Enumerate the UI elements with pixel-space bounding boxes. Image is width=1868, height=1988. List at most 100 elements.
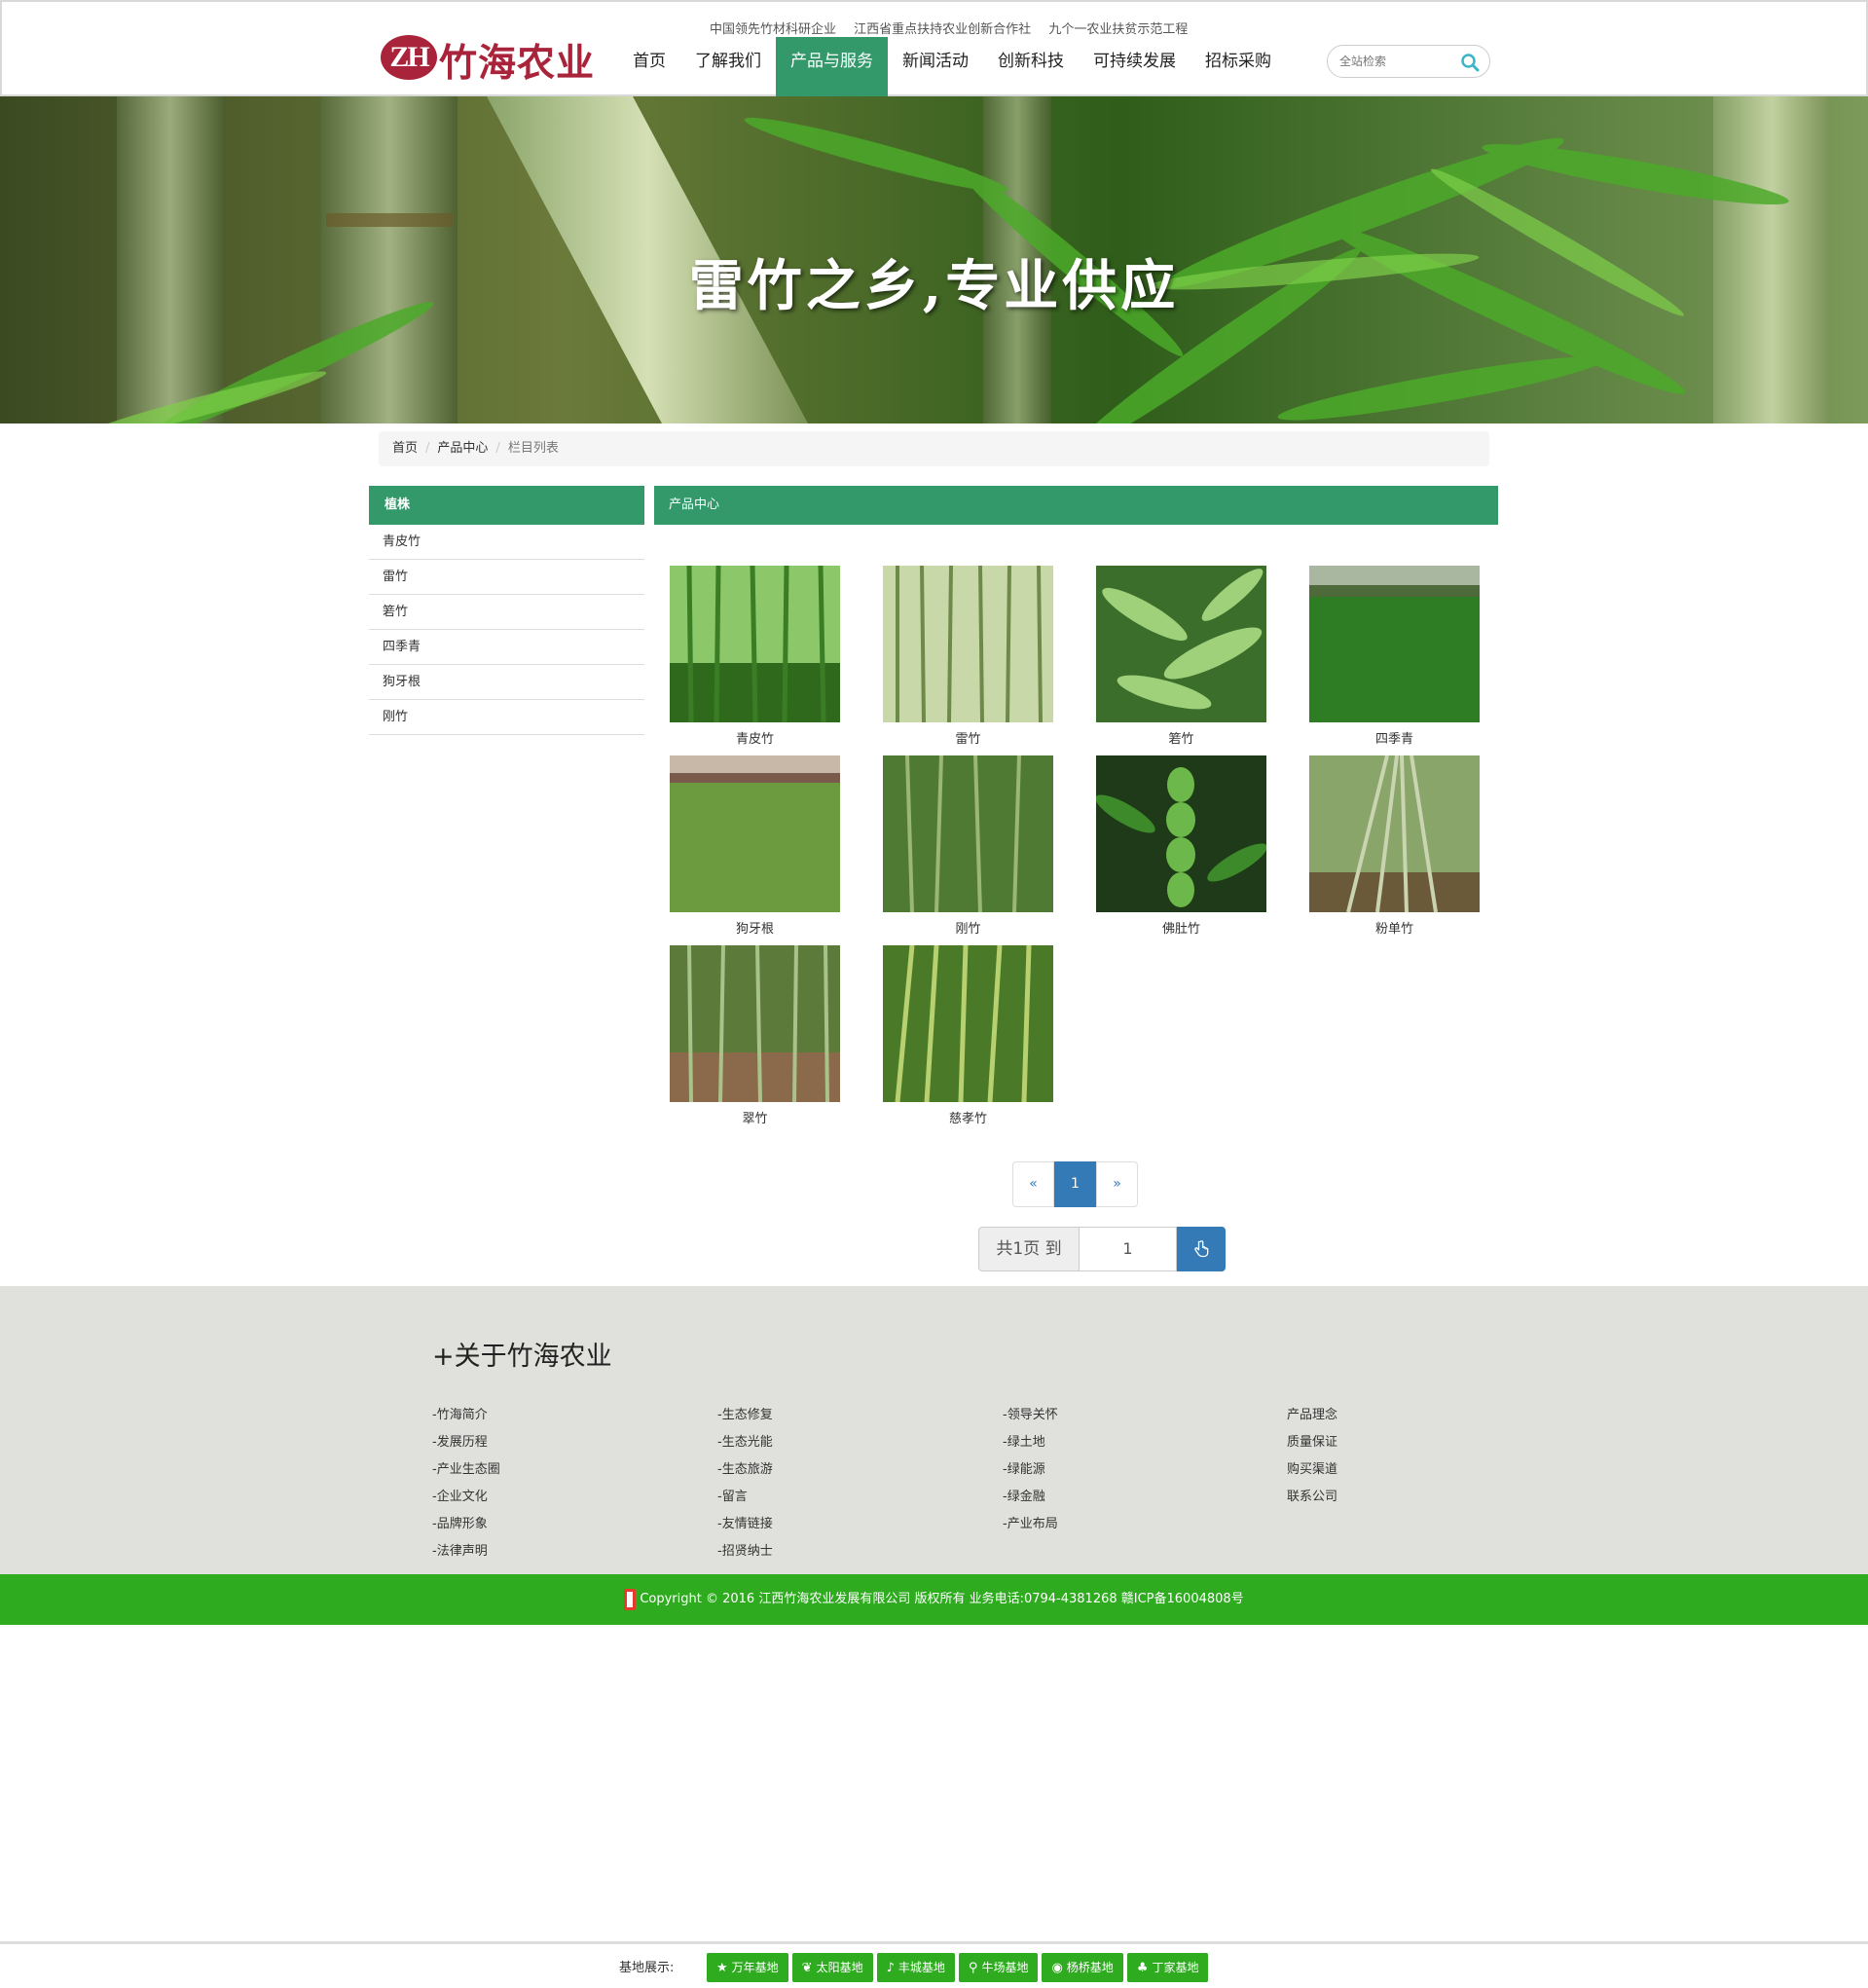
base-button-label: 万年基地 [731,1961,779,1974]
header-taglines: 中国领先竹材科研企业 江西省重点扶持农业创新合作社 九个一农业扶贫示范工程 [710,18,1201,37]
base-button-label: 丰城基地 [897,1961,945,1974]
breadcrumb-products[interactable]: 产品中心 [437,441,488,456]
footer-link[interactable]: -生态修复 [717,1402,773,1429]
product-image[interactable] [1309,755,1480,913]
logo-badge: ZH [381,35,437,80]
map-marker-icon: ⚲ [968,1961,978,1975]
base-showcase-label: 基地展示: [619,1961,675,1975]
product-name[interactable]: 粉单竹 [1309,921,1480,939]
tagline-item: 江西省重点扶持农业创新合作社 [854,22,1032,37]
product-name[interactable]: 四季青 [1309,731,1480,749]
base-button[interactable]: ❦ 太阳基地 [791,1953,873,1982]
footer-link[interactable]: -生态旅游 [717,1456,773,1484]
page-jump: 共1页 到 1 [978,1227,1226,1271]
base-button[interactable]: ★ 万年基地 [707,1953,788,1982]
nav-item-procurement[interactable]: 招标采购 [1190,37,1286,96]
product-card[interactable]: 箬竹 [1096,566,1266,749]
product-card[interactable]: 粉单竹 [1309,755,1480,939]
product-image[interactable] [670,944,840,1103]
product-card[interactable]: 四季青 [1309,566,1480,749]
footer-link[interactable]: 质量保证 [1287,1429,1337,1456]
sidebar-item[interactable]: 狗牙根 [369,665,644,700]
site-header: ZH 竹海农业 中国领先竹材科研企业 江西省重点扶持农业创新合作社 九个一农业扶… [0,0,1868,96]
search-icon[interactable] [1460,53,1480,72]
product-name[interactable]: 箬竹 [1096,731,1266,749]
footer-link[interactable]: 购买渠道 [1287,1456,1337,1484]
footer-link[interactable]: 产品理念 [1287,1402,1337,1429]
product-name[interactable]: 佛肚竹 [1096,921,1266,939]
product-image[interactable] [670,755,840,912]
base-button[interactable]: ♣ 丁家基地 [1126,1953,1209,1982]
nav-item-innovation[interactable]: 创新科技 [983,37,1079,96]
product-image[interactable] [1095,755,1267,912]
breadcrumb-home[interactable]: 首页 [392,441,418,456]
sidebar-title: 植株 [369,486,644,525]
product-card[interactable]: 翠竹 [670,944,840,1128]
product-image[interactable] [883,565,1053,723]
sidebar-item[interactable]: 刚竹 [369,700,644,735]
nav-item-products[interactable]: 产品与服务 [776,37,888,96]
product-name[interactable]: 刚竹 [883,921,1053,939]
pagination-page-button[interactable]: 1 [1054,1161,1096,1207]
footer-link[interactable]: -法律声明 [432,1538,500,1565]
nav-item-home[interactable]: 首页 [618,37,680,96]
product-card[interactable]: 慈孝竹 [883,944,1053,1128]
page-jump-button[interactable] [1177,1227,1226,1271]
pagination-prev-button[interactable]: « [1012,1161,1054,1207]
site-search [1327,45,1490,78]
footer-link[interactable]: -友情链接 [717,1511,773,1538]
star-icon: ★ [716,1961,728,1975]
pagination-next-button[interactable]: » [1096,1161,1138,1207]
footer-link[interactable]: -绿金融 [1003,1484,1058,1511]
sidebar-item[interactable]: 青皮竹 [369,525,644,560]
footer-link[interactable]: -招贤纳士 [717,1538,773,1565]
leaf-icon: ❦ [801,1961,813,1975]
product-card[interactable]: 狗牙根 [670,755,840,939]
base-button[interactable]: ⚲ 牛场基地 [958,1953,1039,1982]
nav-item-about[interactable]: 了解我们 [680,37,776,96]
base-button-label: 太阳基地 [816,1961,863,1974]
footer-link[interactable]: -产业布局 [1003,1511,1058,1538]
product-name[interactable]: 雷竹 [883,731,1053,749]
product-image[interactable] [670,565,840,723]
sidebar-item[interactable]: 箬竹 [369,595,644,630]
footer-link[interactable]: -绿能源 [1003,1456,1058,1484]
sidebar-item[interactable]: 四季青 [369,630,644,665]
footer-link[interactable]: -发展历程 [432,1429,500,1456]
product-card[interactable]: 雷竹 [883,565,1053,749]
globe-icon: ◉ [1051,1961,1063,1975]
nav-item-news[interactable]: 新闻活动 [888,37,983,96]
footer-link[interactable]: 联系公司 [1287,1484,1337,1511]
footer-link[interactable]: -绿土地 [1003,1429,1058,1456]
product-card[interactable]: 刚竹 [883,755,1053,939]
nav-item-sustainability[interactable]: 可持续发展 [1079,37,1190,96]
base-button-label: 杨桥基地 [1066,1961,1114,1974]
footer-link[interactable]: -留言 [717,1484,773,1511]
page-jump-input[interactable]: 1 [1080,1227,1177,1271]
page-jump-label: 共1页 到 [978,1227,1080,1271]
product-image[interactable] [883,944,1053,1103]
copyright-bar: Copyright © 2016 江西竹海农业发展有限公司 版权所有 业务电话:… [0,1574,1868,1625]
footer-link[interactable]: -产业生态圈 [432,1456,500,1484]
product-image[interactable] [1096,566,1266,722]
base-button[interactable]: ♪ 丰城基地 [876,1953,955,1982]
footer-link[interactable]: -生态光能 [717,1429,773,1456]
product-name[interactable]: 青皮竹 [670,731,840,749]
product-card[interactable]: 佛肚竹 [1095,755,1267,939]
footer-link[interactable]: -企业文化 [432,1484,500,1511]
footer-link[interactable]: -领导关怀 [1003,1402,1058,1429]
product-card[interactable]: 青皮竹 [670,565,840,749]
footer-link[interactable]: -竹海简介 [432,1402,500,1429]
sidebar-item[interactable]: 雷竹 [369,560,644,595]
product-image[interactable] [1309,566,1480,722]
footer-link[interactable]: -品牌形象 [432,1511,500,1538]
product-name[interactable]: 慈孝竹 [883,1111,1053,1128]
product-name[interactable]: 翠竹 [670,1111,840,1128]
base-showcase-buttons: ★ 万年基地 ❦ 太阳基地 ♪ 丰城基地 ⚲ 牛场基地 ◉ 杨桥基地 ♣ 丁家基地 [707,1953,1209,1982]
site-logo[interactable]: ZH 竹海农业 [381,31,594,86]
base-button[interactable]: ◉ 杨桥基地 [1042,1953,1123,1982]
search-input[interactable] [1339,53,1456,70]
product-name[interactable]: 狗牙根 [670,921,840,939]
footer-column: 产品理念 质量保证 购买渠道 联系公司 [1287,1402,1337,1511]
product-image[interactable] [883,755,1053,913]
